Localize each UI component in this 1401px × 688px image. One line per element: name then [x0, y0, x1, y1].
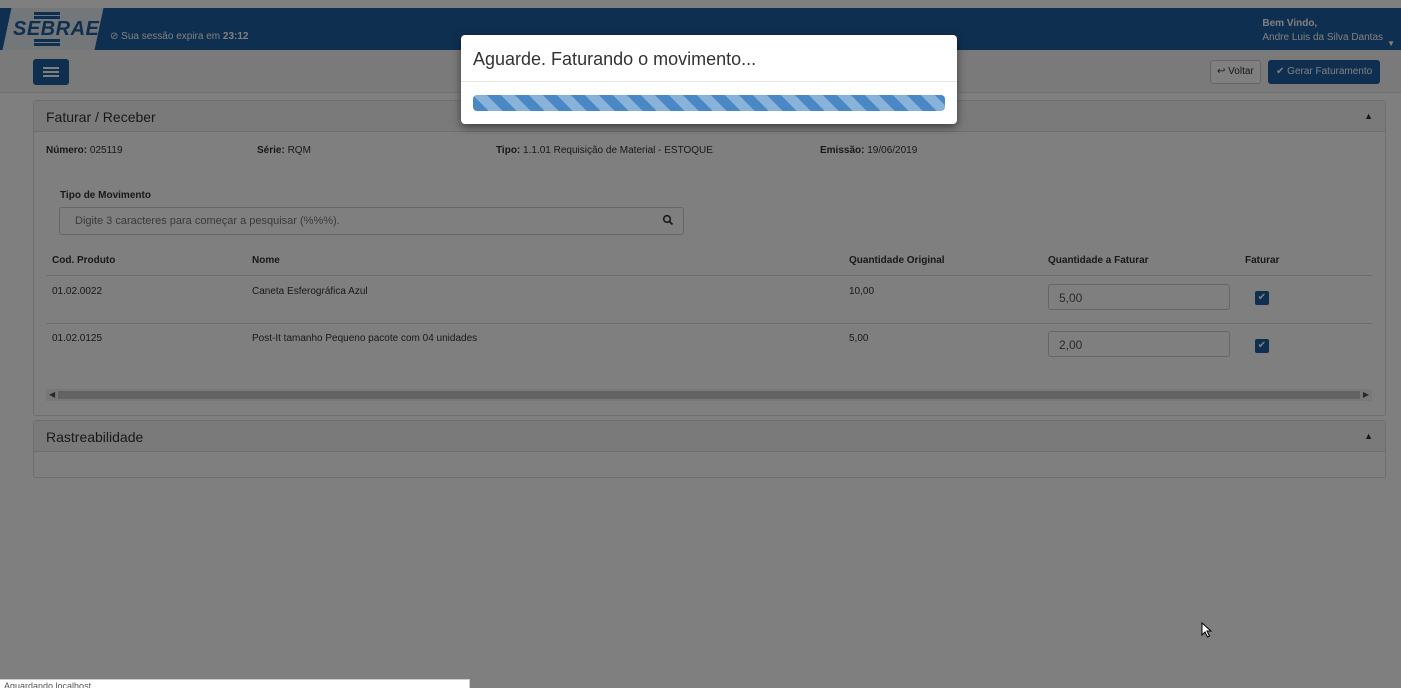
loading-modal: Aguarde. Faturando o movimento... — [461, 35, 957, 124]
modal-title: Aguarde. Faturando o movimento... — [473, 49, 757, 69]
progress-bar — [473, 95, 945, 111]
modal-divider — [461, 81, 957, 82]
mouse-cursor-icon — [1201, 622, 1213, 638]
browser-status-bar: Aguardando localhost... — [0, 679, 470, 688]
